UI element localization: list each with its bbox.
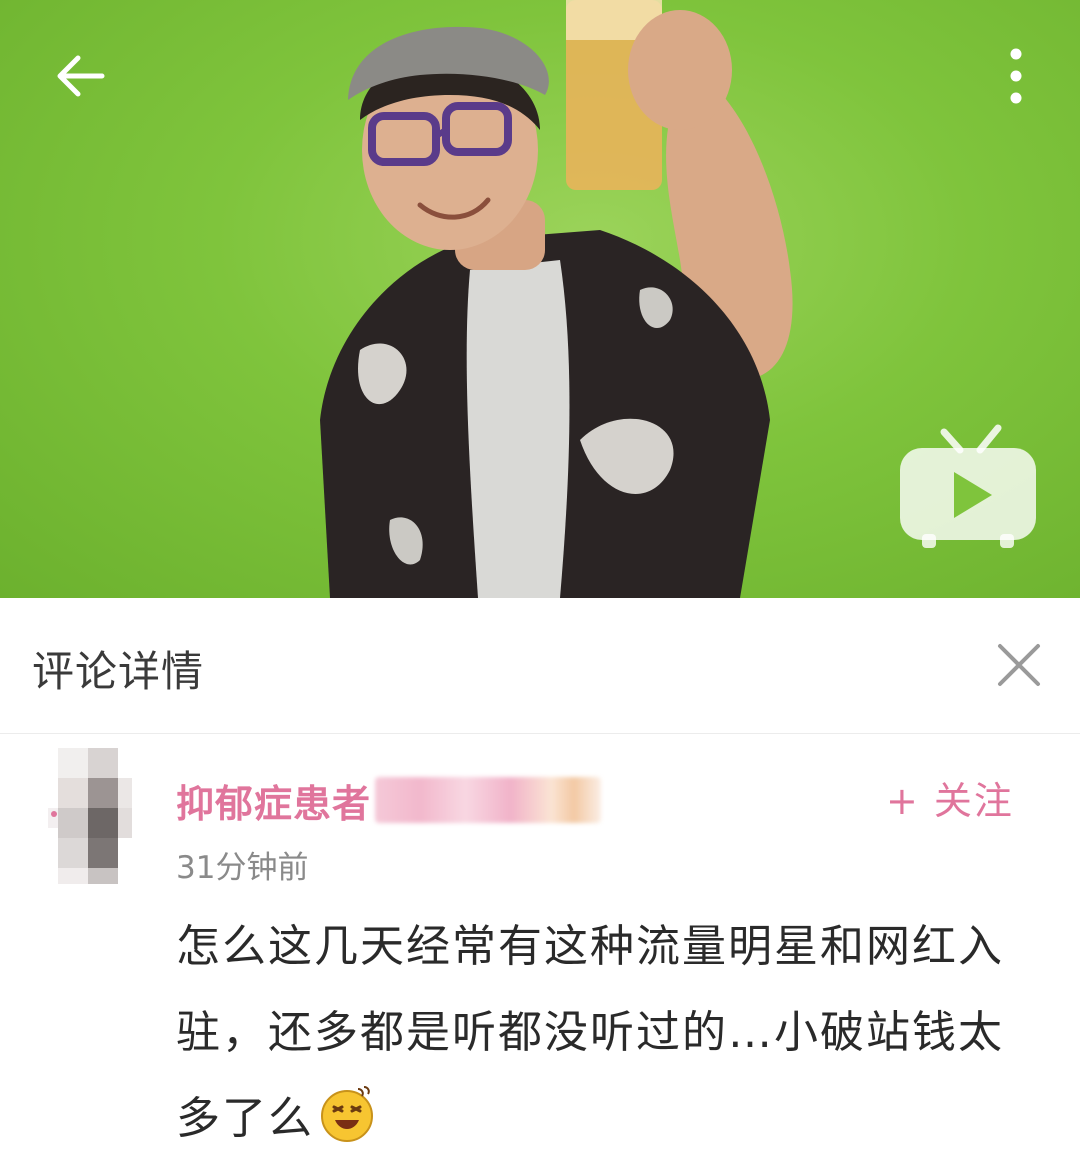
follow-button[interactable]: + 关注	[886, 770, 1014, 828]
close-icon	[998, 644, 1040, 686]
close-button[interactable]	[990, 636, 1048, 694]
username-redacted	[375, 777, 602, 823]
comment-text: 怎么这几天经常有这种流量明星和网红入驻，还多都是听都没听过的…小破站钱太多了么	[176, 921, 1004, 1144]
more-options-button[interactable]	[990, 38, 1042, 114]
video-cover[interactable]	[0, 0, 1080, 598]
page-title: 评论详情	[32, 647, 205, 696]
back-arrow-icon	[57, 55, 105, 97]
comment-detail-header: 评论详情	[0, 598, 1080, 734]
comment-content: 怎么这几天经常有这种流量明星和网红入驻，还多都是听都没听过的…小破站钱太多了么	[176, 904, 1026, 1162]
tv-play-icon	[900, 424, 1036, 548]
back-button[interactable]	[44, 40, 116, 112]
avatar[interactable]	[48, 748, 132, 884]
play-video-button[interactable]	[892, 422, 1042, 554]
more-vertical-icon	[1010, 48, 1022, 104]
comment-time: 31分钟前	[176, 850, 309, 886]
sweat-grin-emoji-icon	[318, 1085, 376, 1143]
username[interactable]: 抑郁症患者	[176, 773, 371, 828]
username-row: 抑郁症患者	[176, 772, 602, 828]
